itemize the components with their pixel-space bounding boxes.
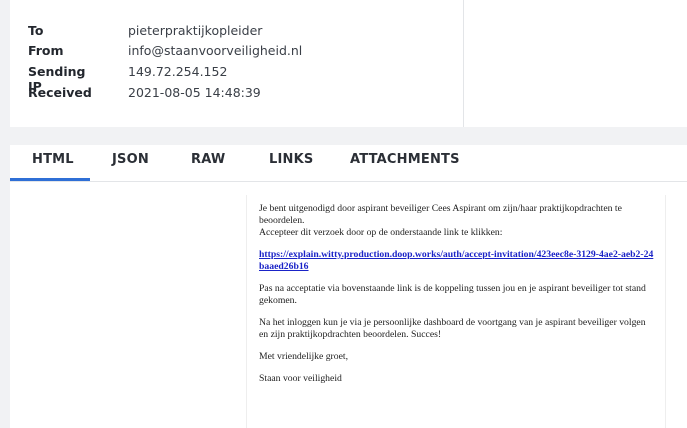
active-tab-indicator — [10, 178, 90, 181]
email-html-preview: Je bent uitgenodigd door aspirant beveil… — [246, 195, 666, 428]
accept-invitation-link[interactable]: https://explain.witty.production.doop.wo… — [259, 249, 653, 272]
meta-label: Received — [28, 85, 92, 100]
email-paragraph-2: Pas na acceptatie via bovenstaande link … — [259, 283, 646, 306]
email-body: Je bent uitgenodigd door aspirant beveil… — [259, 203, 654, 385]
tab-attachments[interactable]: ATTACHMENTS — [350, 152, 460, 167]
header-divider — [463, 0, 464, 127]
email-instruction: Accepteer dit verzoek door op de onderst… — [259, 227, 503, 238]
email-signature: Staan voor veiligheid — [259, 373, 342, 384]
email-headers-panel: To pieterpraktijkopleider From info@staa… — [10, 0, 687, 127]
email-intro: Je bent uitgenodigd door aspirant beveil… — [259, 203, 622, 226]
tab-raw[interactable]: RAW — [191, 152, 225, 167]
email-paragraph-3: Na het inloggen kun je via je persoonlij… — [259, 317, 646, 340]
meta-value: 149.72.254.152 — [128, 64, 228, 79]
tab-bar: HTML JSON RAW LINKS ATTACHMENTS — [10, 145, 687, 182]
meta-label: From — [28, 43, 64, 58]
tab-json[interactable]: JSON — [112, 152, 149, 167]
tab-html[interactable]: HTML — [32, 152, 74, 167]
message-view-panel: HTML JSON RAW LINKS ATTACHMENTS Je bent … — [10, 145, 687, 428]
meta-value: info@staanvoorveiligheid.nl — [128, 43, 303, 58]
email-closing: Met vriendelijke groet, — [259, 351, 349, 362]
meta-value: 2021-08-05 14:48:39 — [128, 85, 261, 100]
meta-label: To — [28, 23, 44, 38]
tab-links[interactable]: LINKS — [269, 152, 313, 167]
meta-value: pieterpraktijkopleider — [128, 23, 263, 38]
